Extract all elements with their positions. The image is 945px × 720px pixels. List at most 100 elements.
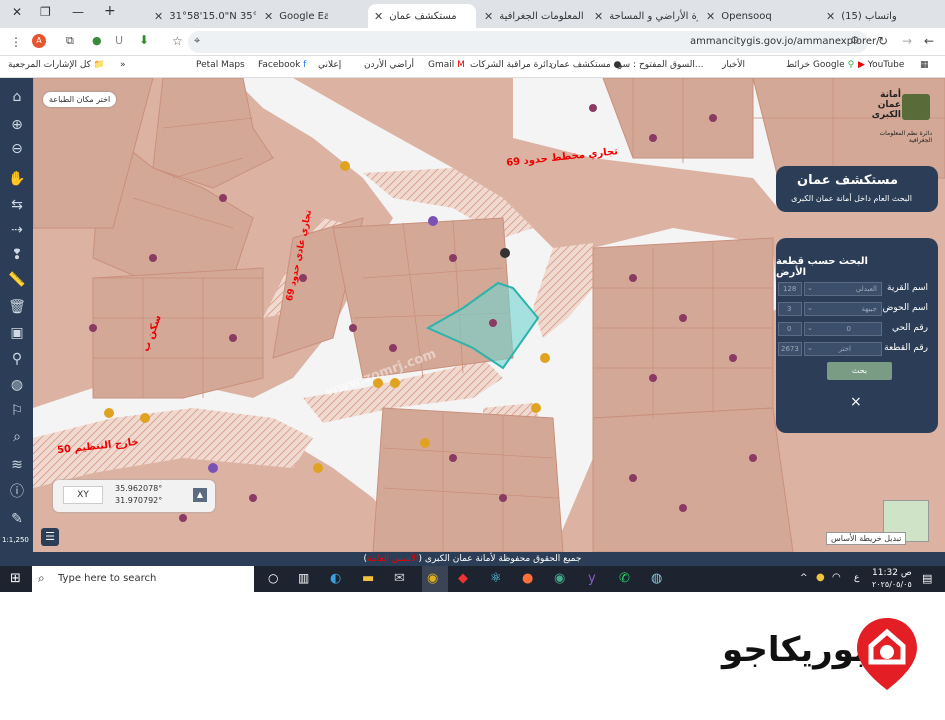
mail-icon[interactable]: ✉ <box>394 571 405 586</box>
village-select[interactable]: العبدلي ⌄ <box>804 282 882 296</box>
chrome-icon[interactable]: ◉ <box>427 571 438 586</box>
bookmark-star-icon[interactable]: ☆ <box>172 34 183 48</box>
zoom-in-icon[interactable]: ⊕ <box>8 116 26 134</box>
windows-start-icon[interactable]: ⊞ <box>10 571 21 586</box>
copyright-link[interactable]: الأسس العامة <box>367 554 418 564</box>
site-settings-icon[interactable]: ⚙ <box>850 34 860 47</box>
bookmarks-overflow-icon[interactable]: » <box>120 60 126 70</box>
tab-close-icon[interactable]: ✕ <box>594 10 603 23</box>
tab-opensooq[interactable]: ✕ Opensooq <box>700 4 818 28</box>
bookmark-facebook[interactable]: Facebook f <box>258 60 306 70</box>
collapse-coords-icon[interactable]: ▲ <box>193 488 207 502</box>
edge-icon[interactable]: ◐ <box>330 571 341 586</box>
clear-icon[interactable]: 🗑 <box>8 298 26 316</box>
photo-icon[interactable]: ▣ <box>8 324 26 342</box>
bookmark-google-maps[interactable]: خرائط Google ⚲ <box>786 60 854 70</box>
app-icon[interactable]: ◆ <box>458 571 468 586</box>
tab-close-icon[interactable]: ✕ <box>826 10 835 23</box>
bookmark-ad[interactable]: إعلاني <box>318 60 341 70</box>
measure-icon[interactable]: 📏 <box>8 271 26 289</box>
bookmark-news[interactable]: الأخبار <box>722 60 745 70</box>
tab-amman-explorer[interactable]: ✕ مستكشف عمان <box>368 4 476 28</box>
district-select[interactable]: 0 ⌄ <box>804 322 882 336</box>
bookmark-jordan-lands[interactable]: أراضي الأردن <box>364 60 414 70</box>
yahoo-icon[interactable]: y <box>588 571 596 586</box>
basin-select[interactable]: جبيهة ⌄ <box>804 302 882 316</box>
clock-time[interactable]: 11:32 ص <box>872 568 912 578</box>
back-icon[interactable]: ← <box>924 34 934 48</box>
apps-grid-icon[interactable]: ▦ <box>920 60 929 70</box>
print-location-button[interactable]: اختر مكان الطباعة <box>43 92 117 107</box>
legend-list-icon[interactable]: ☰ <box>41 528 59 546</box>
info-icon[interactable]: ❢ <box>8 246 26 264</box>
forward-icon[interactable]: → <box>902 34 912 48</box>
extensions-icon[interactable]: ⧉ <box>66 34 74 48</box>
extension-u-icon[interactable]: U <box>115 34 123 47</box>
location-pin-icon[interactable]: ⌖ <box>194 34 200 48</box>
district-code[interactable]: 0 <box>778 322 802 336</box>
tab-close-icon[interactable]: ✕ <box>706 10 715 23</box>
bookmark-companies[interactable]: دائرة مراقبة الشركات <box>470 60 552 70</box>
search-button[interactable]: بحث <box>827 362 892 380</box>
google-earth-icon[interactable]: ◍ <box>651 571 662 586</box>
network-icon[interactable]: ◠ <box>832 572 841 583</box>
file-explorer-icon[interactable]: ▬ <box>362 571 374 586</box>
tab-dls[interactable]: ✕ دائرة الأراضي و المساحة <box>588 4 698 28</box>
tab-close-icon[interactable]: ✕ <box>264 10 273 23</box>
bookmark-petal-maps[interactable]: Petal Maps <box>196 60 245 70</box>
tab-close-icon[interactable]: ✕ <box>154 10 163 23</box>
bookmark-youtube[interactable]: ▶ YouTube <box>858 60 904 70</box>
task-view-icon[interactable]: ○ <box>268 571 278 585</box>
tab-google-earth[interactable]: ✕ Google Earth <box>258 4 328 28</box>
tab-gis[interactable]: ✕ نظم المعلومات الجغرافية <box>478 4 586 28</box>
search-map-icon[interactable]: ⌕ <box>8 428 26 446</box>
help-icon[interactable]: ⓘ <box>8 483 26 501</box>
tab-whatsapp[interactable]: ✕ (15) واتساب <box>820 4 945 28</box>
bookmark-amman-explorer[interactable]: مستكشف عمان ● <box>550 60 621 70</box>
home-icon[interactable]: ⌂ <box>8 88 26 106</box>
language-indicator[interactable]: ع <box>854 573 859 583</box>
menu-dots-icon[interactable]: ⋮ <box>10 35 22 49</box>
bookmark-opensooq[interactable]: السوق المفتوح : سو... <box>618 60 703 70</box>
whatsapp-icon[interactable]: ✆ <box>619 571 630 586</box>
basin-code[interactable]: 3 <box>778 302 802 316</box>
reload-icon[interactable]: ↻ <box>878 34 888 48</box>
window-close-icon[interactable]: ✕ <box>12 5 22 19</box>
notification-icon[interactable]: ▤ <box>922 572 932 585</box>
window-restore-icon[interactable]: ❐ <box>40 5 51 19</box>
zoom-out-icon[interactable]: ⊖ <box>8 140 26 158</box>
coordinates-icon[interactable]: ⚐ <box>8 402 26 420</box>
taskbar-search-box[interactable]: ⌕ Type here to search <box>32 566 254 592</box>
tab-close-icon[interactable]: ✕ <box>484 10 493 23</box>
coords-format-label[interactable]: XY <box>63 486 103 504</box>
layers-icon[interactable]: ≋ <box>8 456 26 474</box>
parcel-number-select[interactable]: اختر ⌄ <box>804 342 882 356</box>
window-minimize-icon[interactable]: — <box>72 5 84 19</box>
previous-extent-icon[interactable]: ⇆ <box>8 196 26 214</box>
new-tab-button[interactable]: + <box>104 3 116 19</box>
village-code[interactable]: 128 <box>778 282 802 296</box>
tray-app-icon[interactable]: ● <box>816 572 825 583</box>
close-icon[interactable]: × <box>850 394 862 410</box>
extension-icon[interactable]: ● <box>92 34 102 47</box>
firefox-icon[interactable]: ● <box>522 571 533 586</box>
react-icon[interactable]: ⚛ <box>490 571 502 586</box>
bookmark-all-bookmarks[interactable]: كل الإشارات المرجعية 📁 <box>8 60 105 70</box>
widgets-icon[interactable]: ▥ <box>298 571 309 585</box>
profile-avatar[interactable]: A <box>32 34 46 48</box>
basemap-toggle-label[interactable]: تبديل خريطة الأساس <box>826 532 907 545</box>
route-icon[interactable]: ⇢ <box>8 221 26 239</box>
bookmark-gmail[interactable]: Gmail M <box>428 60 465 70</box>
draw-icon[interactable]: ✎ <box>8 510 26 528</box>
tab-coordinates[interactable]: ✕ 31°58'15.0"N 35°5 <box>148 4 256 28</box>
locate-icon[interactable]: ⚲ <box>8 350 26 368</box>
parcel-number-code[interactable]: 2673 <box>778 342 802 356</box>
tray-chevron-icon[interactable]: ^ <box>800 573 808 583</box>
pan-hand-icon[interactable]: ✋ <box>8 170 26 188</box>
download-icon[interactable]: ⬇ <box>139 33 149 47</box>
chrome-alt-icon[interactable]: ◉ <box>554 571 565 586</box>
tab-untitled[interactable] <box>330 4 366 28</box>
globe-icon[interactable]: ◍ <box>8 376 26 394</box>
clock-date[interactable]: ٢٠٢٥/٠٥/٠٥ <box>872 580 912 589</box>
tab-close-icon[interactable]: ✕ <box>374 10 383 23</box>
